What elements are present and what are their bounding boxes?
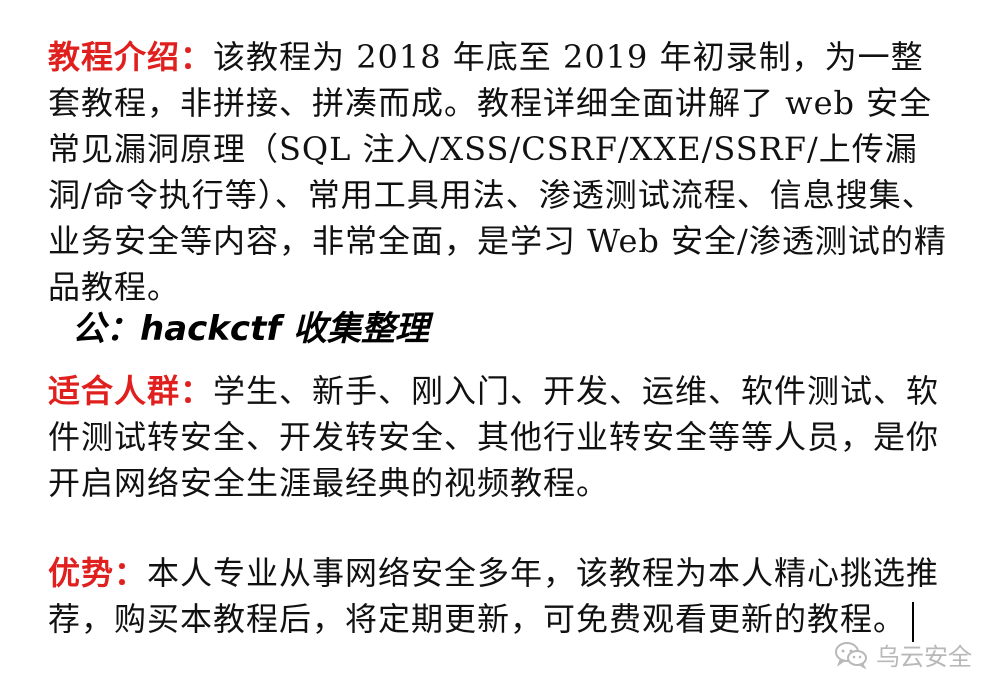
collector-subtitle: 公：hackctf 收集整理 — [72, 309, 429, 349]
advantage-paragraph: 优势：本人专业从事网络安全多年，该教程为本人精心挑选推荐，购买本教程后，将定期更… — [48, 550, 948, 642]
intro-paragraph: 教程介绍：该教程为 2018 年底至 2019 年初录制，为一整套教程，非拼接、… — [48, 34, 948, 310]
intro-text: 该教程为 2018 年底至 2019 年初录制，为一整套教程，非拼接、拼凑而成。… — [48, 38, 947, 306]
document-page: 教程介绍：该教程为 2018 年底至 2019 年初录制，为一整套教程，非拼接、… — [0, 0, 1004, 696]
text-cursor — [912, 601, 915, 642]
wechat-icon — [834, 641, 868, 669]
audience-label: 适合人群： — [48, 372, 214, 410]
advantage-label: 优势： — [48, 554, 148, 592]
watermark: 乌云安全 — [834, 637, 972, 672]
intro-label: 教程介绍： — [48, 38, 214, 76]
advantage-text: 本人专业从事网络安全多年，该教程为本人精心挑选推荐，购买本教程后，将定期更新，可… — [48, 554, 940, 638]
watermark-text: 乌云安全 — [876, 643, 972, 671]
audience-paragraph: 适合人群：学生、新手、刚入门、开发、运维、软件测试、软件测试转安全、开发转安全、… — [48, 368, 948, 506]
